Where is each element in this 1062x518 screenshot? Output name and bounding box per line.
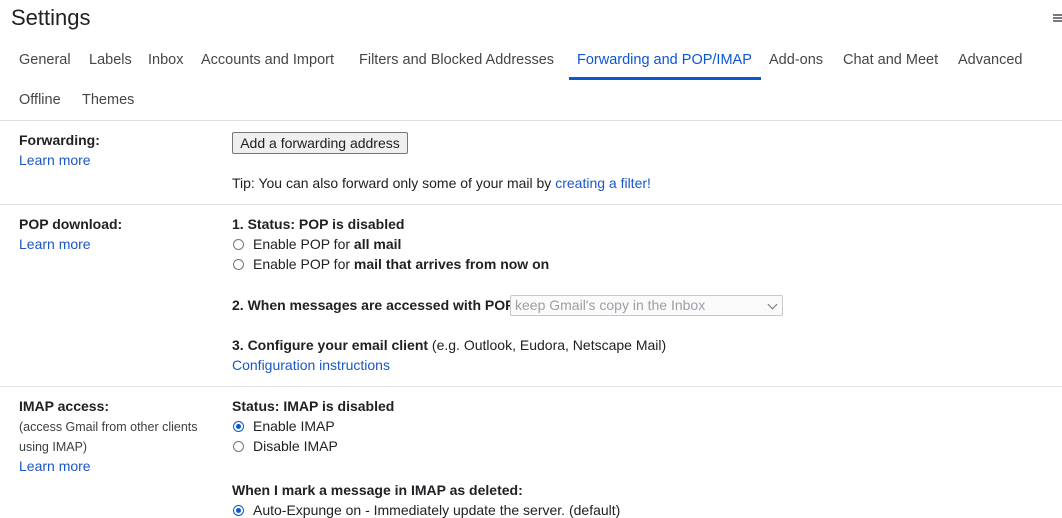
enable-imap-radio[interactable] — [233, 421, 244, 432]
enable-imap-label[interactable]: Enable IMAP — [253, 418, 335, 434]
tabs-divider — [0, 120, 1062, 121]
pop-status: 1. Status: POP is disabled — [232, 216, 405, 232]
tab-inbox[interactable]: Inbox — [140, 40, 191, 80]
tab-themes[interactable]: Themes — [74, 80, 142, 120]
forwarding-tip: Tip: You can also forward only some of y… — [232, 175, 651, 191]
pop-from-now-radio[interactable] — [233, 259, 244, 270]
auto-expunge-on-radio[interactable] — [233, 505, 244, 516]
auto-expunge-on-label[interactable]: Auto-Expunge on - Immediately update the… — [253, 502, 620, 518]
pop-configure-bold: 3. Configure your email client — [232, 337, 429, 353]
pop-accessed-select[interactable]: keep Gmail's copy in the Inbox — [510, 295, 783, 316]
pop-from-now-label[interactable]: Enable POP for mail that arrives from no… — [253, 256, 549, 272]
pop-configure-text: 3. Configure your email client (e.g. Out… — [232, 337, 666, 353]
pop-accessed-select-value: keep Gmail's copy in the Inbox — [515, 297, 706, 313]
pop-option2-bold: mail that arrives from now on — [353, 256, 550, 272]
pop-option1-bold: all mail — [353, 236, 402, 252]
pop-configure-rest: (e.g. Outlook, Eudora, Netscape Mail) — [428, 337, 667, 353]
tab-advanced[interactable]: Advanced — [950, 40, 1031, 80]
pop-divider — [0, 386, 1062, 387]
imap-deleted-heading: When I mark a message in IMAP as deleted… — [232, 482, 523, 498]
disable-imap-label[interactable]: Disable IMAP — [253, 438, 338, 454]
forwarding-divider — [0, 204, 1062, 205]
forwarding-tip-text: Tip: You can also forward only some of y… — [232, 175, 556, 191]
pop-all-mail-radio[interactable] — [233, 239, 244, 250]
page-title: Settings — [11, 5, 91, 30]
tab-labels[interactable]: Labels — [81, 40, 140, 80]
imap-subtext-1: (access Gmail from other clients — [19, 420, 198, 434]
chevron-down-icon — [767, 299, 778, 310]
pop-option1-prefix: Enable POP for — [253, 236, 354, 252]
pop-all-mail-label[interactable]: Enable POP for all mail — [253, 236, 401, 252]
tab-chat-and-meet[interactable]: Chat and Meet — [835, 40, 946, 80]
add-forwarding-address-button[interactable]: Add a forwarding address — [232, 132, 408, 154]
tab-general[interactable]: General — [11, 40, 79, 80]
creating-filter-link[interactable]: creating a filter! — [555, 175, 651, 191]
forwarding-learn-more-link[interactable]: Learn more — [19, 152, 91, 168]
tab-forwarding-pop-imap[interactable]: Forwarding and POP/IMAP — [569, 40, 761, 80]
imap-learn-more-link[interactable]: Learn more — [19, 458, 91, 474]
configuration-instructions-link[interactable]: Configuration instructions — [232, 357, 390, 373]
tab-add-ons[interactable]: Add-ons — [761, 40, 831, 80]
density-icon[interactable] — [1053, 14, 1062, 22]
imap-access-label: IMAP access: — [19, 398, 110, 414]
tab-offline[interactable]: Offline — [11, 80, 69, 120]
pop-download-label: POP download: — [19, 216, 123, 232]
disable-imap-radio[interactable] — [233, 441, 244, 452]
pop-accessed-label: 2. When messages are accessed with POP — [232, 297, 515, 313]
imap-status: Status: IMAP is disabled — [232, 398, 395, 414]
pop-option2-prefix: Enable POP for — [253, 256, 354, 272]
imap-subtext-2: using IMAP) — [19, 440, 88, 454]
forwarding-label: Forwarding: — [19, 132, 100, 148]
tab-filters-and-blocked[interactable]: Filters and Blocked Addresses — [351, 40, 562, 80]
pop-learn-more-link[interactable]: Learn more — [19, 236, 91, 252]
tab-accounts-and-import[interactable]: Accounts and Import — [193, 40, 342, 80]
